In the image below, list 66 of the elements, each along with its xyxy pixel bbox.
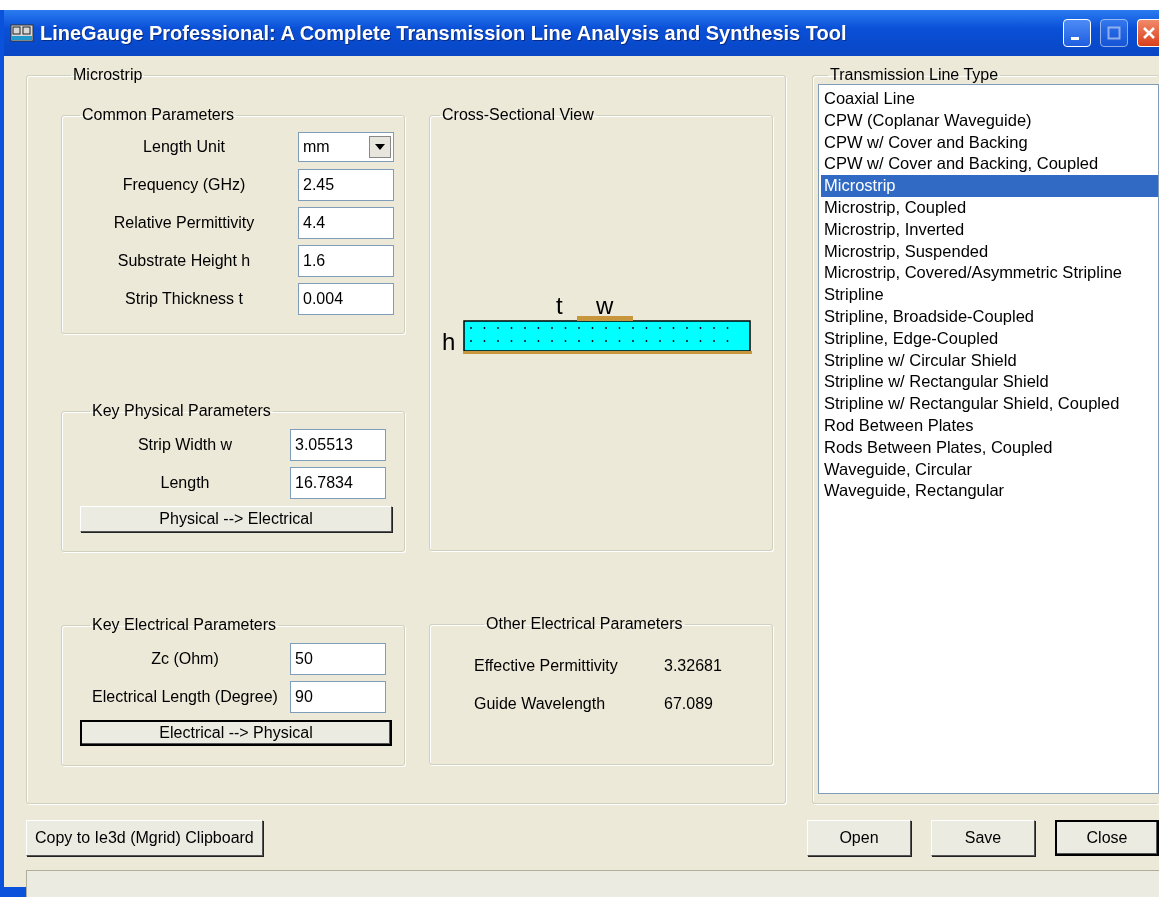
list-item[interactable]: Stripline, Broadside-Coupled (821, 305, 1158, 328)
action-button[interactable]: Save (931, 820, 1035, 856)
action-button[interactable]: Copy to Ie3d (Mgrid) Clipboard (26, 820, 263, 856)
dimension-label: w (596, 292, 614, 319)
list-item[interactable]: Stripline w/ Rectangular Shield (821, 371, 1158, 394)
parameter-value: 3.32681 (664, 657, 722, 675)
group-title: Key Physical Parameters (91, 402, 272, 420)
list-item[interactable]: Stripline w/ Circular Shield (821, 349, 1158, 372)
dimension-label: t (556, 292, 563, 319)
list-item[interactable]: Microstrip, Covered/Asymmetric Stripline (821, 262, 1158, 285)
group-title: Cross-Sectional View (441, 106, 595, 124)
action-button[interactable]: Close (1055, 820, 1159, 856)
field-label: Relative Permittivity (112, 214, 256, 232)
dropdown-icon (375, 144, 385, 150)
list-item[interactable]: Rods Between Plates, Coupled (821, 436, 1158, 459)
field-label: Substrate Height h (116, 252, 252, 270)
group-title: Common Parameters (81, 106, 236, 124)
maximize-icon (1107, 26, 1121, 40)
list-item[interactable]: Microstrip (821, 175, 1158, 197)
input-field[interactable]: 90 (290, 681, 386, 713)
unit-dropdown[interactable]: mm (298, 132, 394, 162)
input-field[interactable]: 0.004 (298, 283, 394, 315)
field-label: Strip Thickness t (124, 290, 244, 308)
list-item[interactable]: Waveguide, Circular (821, 458, 1158, 481)
maximize-button[interactable] (1100, 19, 1128, 47)
field-label: Length (159, 474, 211, 492)
input-field[interactable]: 50 (290, 643, 386, 675)
minimize-icon (1071, 36, 1079, 40)
list-item[interactable]: Stripline w/ Rectangular Shield, Coupled (821, 393, 1158, 415)
input-field[interactable]: 3.05513 (290, 429, 386, 461)
list-item[interactable]: Microstrip, Suspended (821, 240, 1158, 263)
action-button[interactable]: Open (807, 820, 911, 856)
group-title: Microstrip (72, 66, 144, 84)
convert-button[interactable]: Physical --> Electrical (80, 506, 392, 532)
parameter-label: Guide Wavelength (474, 695, 607, 713)
group-title: Other Electrical Parameters (485, 615, 684, 633)
field-label: Zc (Ohm) (150, 650, 220, 668)
convert-button[interactable]: Electrical --> Physical (80, 720, 392, 746)
field-label: Strip Width w (136, 436, 234, 454)
parameter-label: Effective Permittivity (474, 657, 619, 675)
list-item[interactable]: Coaxial Line (821, 88, 1158, 110)
list-item[interactable]: Microstrip, Coupled (821, 197, 1158, 219)
minimize-button[interactable] (1063, 19, 1091, 47)
input-field[interactable]: 16.7834 (290, 467, 386, 499)
list-item[interactable]: Waveguide, Rectangular (821, 480, 1158, 503)
list-item[interactable]: Microstrip, Inverted (821, 218, 1158, 241)
field-label: Length Unit (142, 138, 226, 156)
list-item[interactable]: Stripline, Edge-Coupled (821, 327, 1158, 350)
group-title: Key Electrical Parameters (91, 616, 278, 634)
group-title: Transmission Line Type (829, 66, 1000, 84)
dimension-label: h (442, 328, 456, 355)
list-item[interactable]: CPW w/ Cover and Backing, Coupled (821, 153, 1158, 176)
list-item[interactable]: CPW w/ Cover and Backing (821, 131, 1158, 154)
field-label: Electrical Length (Degree) (91, 688, 279, 706)
input-field[interactable]: 1.6 (298, 245, 394, 277)
list-item[interactable]: Rod Between Plates (821, 414, 1158, 437)
list-item[interactable]: Stripline (821, 284, 1158, 306)
input-field[interactable]: 4.4 (298, 207, 394, 239)
app-icon (10, 23, 34, 43)
field-label: Frequency (GHz) (121, 176, 247, 194)
list-item[interactable]: CPW (Coplanar Waveguide) (821, 109, 1158, 132)
close-icon (1141, 26, 1156, 40)
parameter-value: 67.089 (664, 695, 713, 713)
close-button[interactable] (1137, 19, 1159, 47)
input-field[interactable]: 2.45 (298, 169, 394, 201)
window-title: LineGauge Professional: A Complete Transmission Line Analysis and Synthesis Tool (40, 21, 848, 45)
